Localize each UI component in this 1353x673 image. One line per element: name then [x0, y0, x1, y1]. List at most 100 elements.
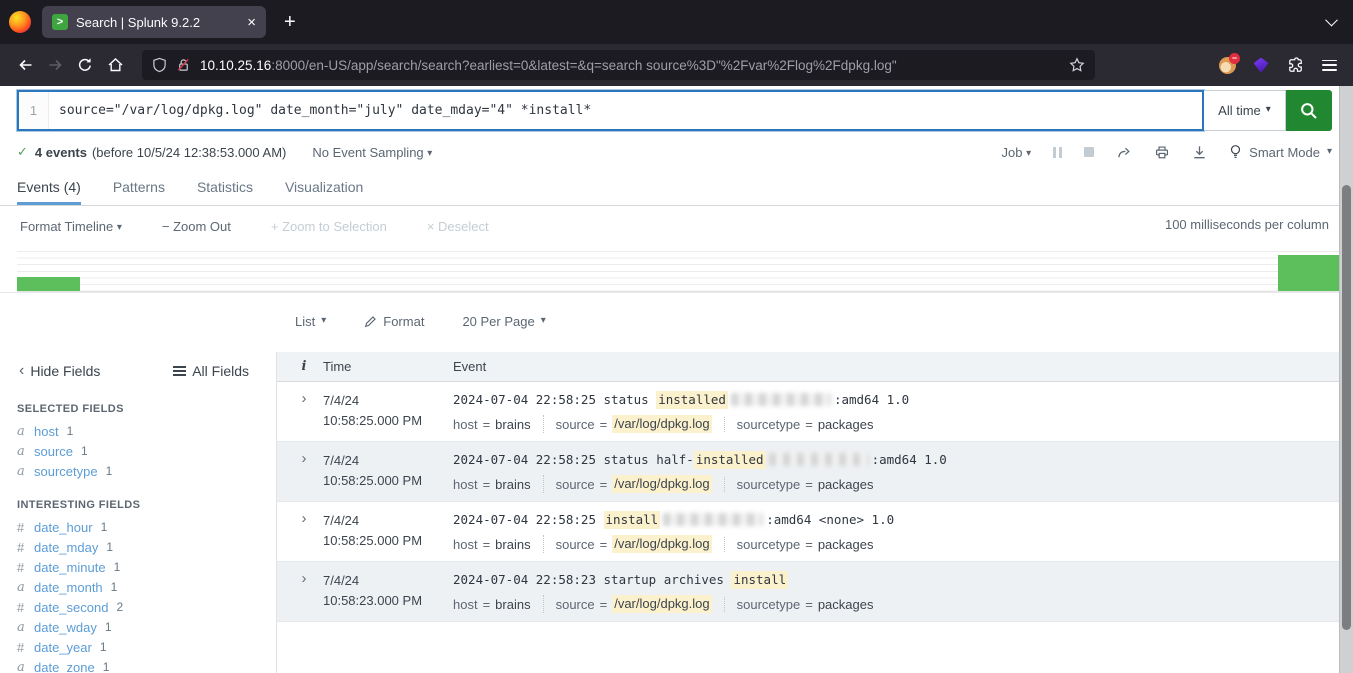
firefox-logo-icon[interactable]: [9, 11, 31, 33]
field-item-date_mday[interactable]: # date_mday 1: [17, 537, 276, 557]
deselect-button[interactable]: × Deselect: [427, 219, 489, 234]
event-field-sourcetype[interactable]: sourcetype=packages: [724, 537, 886, 552]
stop-icon[interactable]: [1084, 147, 1094, 157]
browser-tab[interactable]: > Search | Splunk 9.2.2 ×: [42, 6, 266, 38]
event-field-host[interactable]: host=brains: [453, 417, 543, 432]
tab-title: Search | Splunk 9.2.2: [76, 15, 239, 30]
event-field-host[interactable]: host=brains: [453, 477, 543, 492]
browser-window: > Search | Splunk 9.2.2 × + 10.10.25.16: [0, 0, 1353, 673]
timeline-chart[interactable]: [17, 251, 1339, 292]
field-name-link[interactable]: sourcetype: [34, 464, 98, 479]
adblock-extension-icon[interactable]: −: [1213, 51, 1241, 79]
menu-hamburger-icon[interactable]: [1315, 51, 1343, 79]
event-field-sourcetype[interactable]: sourcetype=packages: [724, 597, 886, 612]
bookmark-star-icon[interactable]: [1069, 57, 1085, 73]
zoom-out-button[interactable]: − Zoom Out: [162, 219, 231, 234]
splunk-favicon-icon: >: [52, 14, 68, 30]
field-item-host[interactable]: a host 1: [17, 421, 276, 441]
field-name-link[interactable]: date_wday: [34, 620, 97, 635]
field-name-link[interactable]: date_year: [34, 640, 92, 655]
new-tab-button[interactable]: +: [284, 11, 296, 34]
back-button[interactable]: [10, 50, 40, 80]
event-field-source[interactable]: source=/var/log/dpkg.log: [543, 475, 724, 493]
field-item-date_zone[interactable]: a date_zone 1: [17, 657, 276, 673]
home-button[interactable]: [100, 50, 130, 80]
event-sampling-dropdown[interactable]: No Event Sampling ▾: [312, 145, 432, 160]
list-all-tabs-chevron-icon[interactable]: [1327, 17, 1337, 27]
forward-button[interactable]: [40, 50, 70, 80]
field-item-date_year[interactable]: # date_year 1: [17, 637, 276, 657]
field-name-link[interactable]: date_month: [34, 580, 103, 595]
field-item-date_month[interactable]: a date_month 1: [17, 577, 276, 597]
format-timeline-dropdown[interactable]: Format Timeline ▾: [20, 219, 122, 234]
tab-visualization[interactable]: Visualization: [285, 179, 363, 205]
job-menu-button[interactable]: Job ▾: [1002, 145, 1032, 160]
tab-patterns[interactable]: Patterns: [113, 179, 165, 205]
pause-icon[interactable]: [1053, 147, 1062, 158]
zoom-to-selection-button[interactable]: + Zoom to Selection: [271, 219, 387, 234]
expand-event-icon[interactable]: ›: [285, 571, 323, 613]
shield-icon[interactable]: [152, 57, 167, 73]
page-scrollbar[interactable]: [1339, 86, 1353, 673]
event-field-host[interactable]: host=brains: [453, 537, 543, 552]
match-highlight: installed: [694, 451, 766, 469]
field-name-link[interactable]: source: [34, 444, 73, 459]
time-range-picker[interactable]: All time▾: [1204, 90, 1286, 131]
field-item-date_wday[interactable]: a date_wday 1: [17, 617, 276, 637]
event-field-sourcetype[interactable]: sourcetype=packages: [724, 417, 886, 432]
scrollbar-thumb[interactable]: [1342, 185, 1351, 630]
expand-event-icon[interactable]: ›: [285, 391, 323, 433]
search-query-input[interactable]: [49, 92, 1202, 129]
reload-button[interactable]: [70, 50, 100, 80]
expand-event-icon[interactable]: ›: [285, 451, 323, 493]
tab-events-4[interactable]: Events (4): [17, 179, 81, 205]
field-name-link[interactable]: date_minute: [34, 560, 106, 575]
per-page-dropdown[interactable]: 20 Per Page▾: [462, 314, 545, 329]
event-cell: 2024-07-04 22:58:25 install:amd64 <none>…: [453, 511, 1339, 553]
field-name-link[interactable]: date_mday: [34, 540, 98, 555]
insecure-lock-icon[interactable]: [176, 57, 191, 73]
all-fields-button[interactable]: All Fields: [173, 363, 249, 379]
download-icon[interactable]: [1192, 145, 1207, 160]
field-item-date_hour[interactable]: # date_hour 1: [17, 517, 276, 537]
search-mode-dropdown[interactable]: Smart Mode ▾: [1229, 144, 1332, 160]
purple-gem-extension-icon[interactable]: [1247, 51, 1275, 79]
field-name-link[interactable]: date_hour: [34, 520, 93, 535]
print-icon[interactable]: [1154, 145, 1170, 160]
event-field-source[interactable]: source=/var/log/dpkg.log: [543, 415, 724, 433]
job-done-check-icon: ✓: [17, 144, 28, 160]
url-bar[interactable]: 10.10.25.16:8000/en-US/app/search/search…: [142, 50, 1095, 80]
field-value-count: 1: [111, 580, 118, 594]
field-item-date_second[interactable]: # date_second 2: [17, 597, 276, 617]
field-type-glyph: a: [17, 464, 30, 479]
field-item-date_minute[interactable]: # date_minute 1: [17, 557, 276, 577]
field-name-link[interactable]: date_zone: [34, 660, 95, 673]
event-field-source[interactable]: source=/var/log/dpkg.log: [543, 595, 724, 613]
event-field-source[interactable]: source=/var/log/dpkg.log: [543, 535, 724, 553]
field-name-link[interactable]: host: [34, 424, 59, 439]
tab-close-icon[interactable]: ×: [247, 14, 256, 31]
field-value-count: 1: [106, 464, 113, 478]
event-row: › 7/4/2410:58:25.000 PM 2024-07-04 22:58…: [277, 382, 1339, 442]
field-value-count: 1: [106, 540, 113, 554]
search-button[interactable]: [1286, 90, 1332, 131]
expand-event-icon[interactable]: ›: [285, 511, 323, 553]
event-field-sourcetype[interactable]: sourcetype=packages: [724, 477, 886, 492]
field-type-glyph: #: [17, 600, 30, 615]
hide-fields-button[interactable]: ‹Hide Fields: [19, 362, 100, 380]
list-icon: [173, 366, 186, 376]
timeline-bar-left[interactable]: [17, 277, 80, 291]
tab-statistics[interactable]: Statistics: [197, 179, 253, 205]
field-name-link[interactable]: date_second: [34, 600, 108, 615]
extensions-puzzle-icon[interactable]: [1281, 51, 1309, 79]
event-time: 7/4/2410:58:25.000 PM: [323, 391, 453, 433]
share-icon[interactable]: [1116, 145, 1132, 160]
events-table-header: i Time Event: [277, 352, 1339, 382]
timeline-bar-right[interactable]: [1278, 255, 1339, 291]
field-item-source[interactable]: a source 1: [17, 441, 276, 461]
list-view-dropdown[interactable]: List▾: [295, 314, 326, 329]
event-field-host[interactable]: host=brains: [453, 597, 543, 612]
format-results-button[interactable]: Format: [364, 314, 424, 329]
field-type-glyph: #: [17, 560, 30, 575]
field-item-sourcetype[interactable]: a sourcetype 1: [17, 461, 276, 481]
